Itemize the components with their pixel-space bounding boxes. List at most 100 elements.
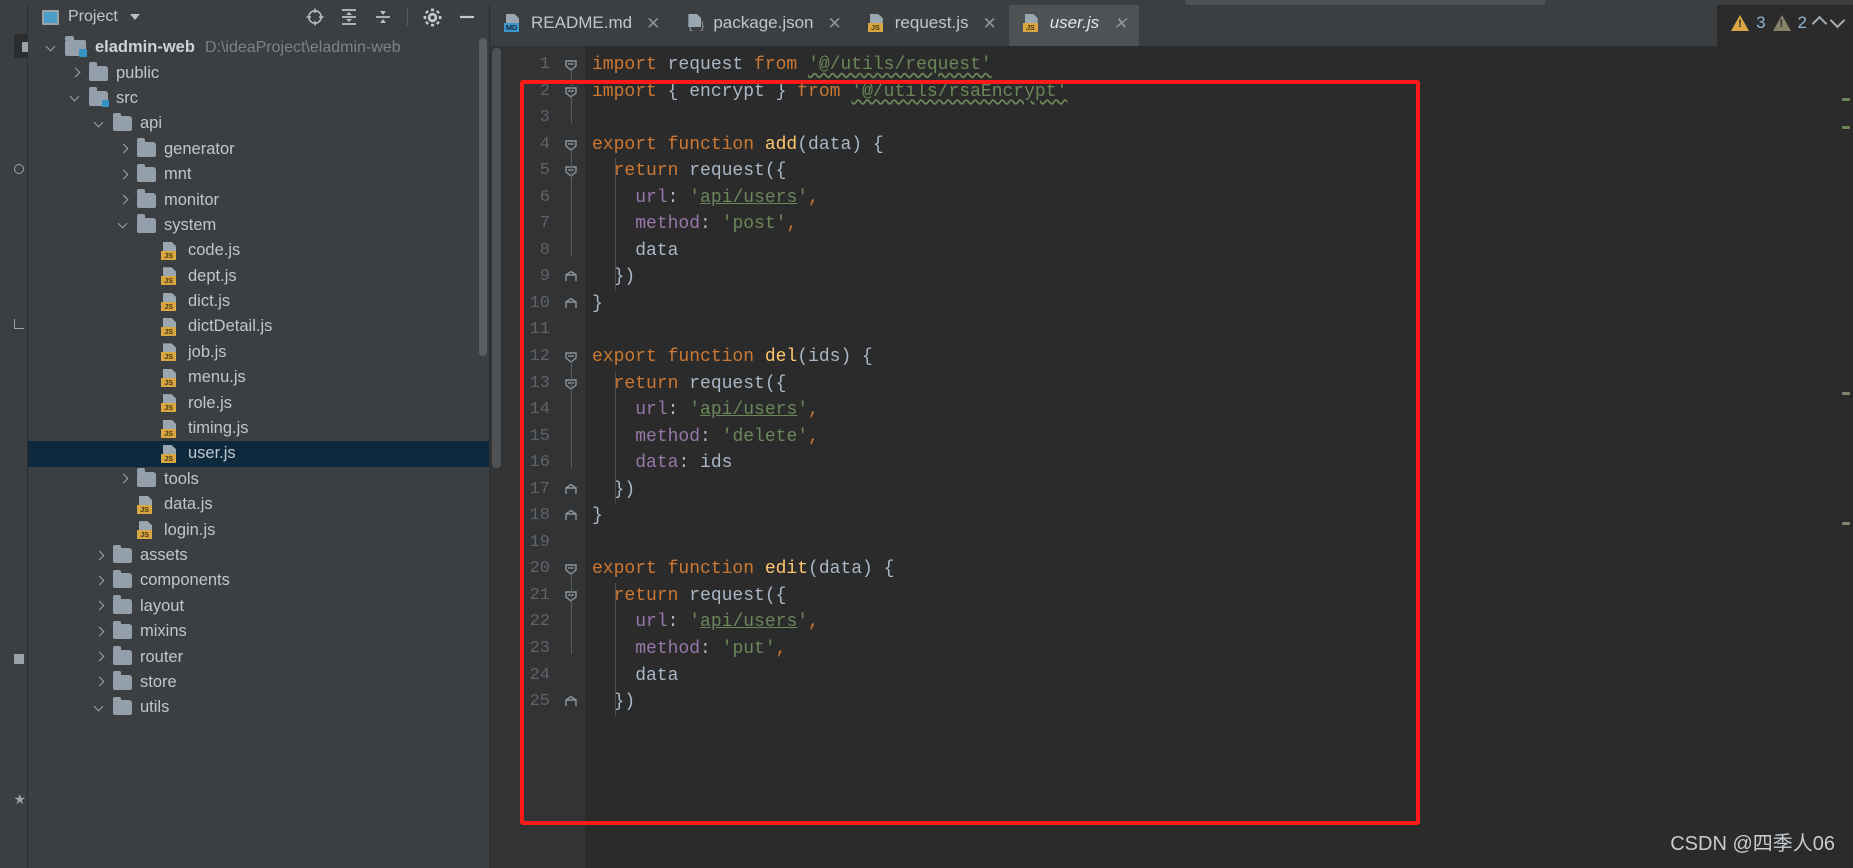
gear-icon[interactable] bbox=[422, 7, 443, 28]
code-token: }) bbox=[592, 479, 636, 500]
chevron-down-icon[interactable] bbox=[94, 702, 106, 714]
chevron-down-icon[interactable] bbox=[94, 118, 106, 130]
tree-node-job-js[interactable]: JS job.js bbox=[28, 340, 489, 365]
tree-node-label: layout bbox=[140, 596, 185, 615]
tree-node-layout[interactable]: layout bbox=[28, 594, 489, 619]
code-token: , bbox=[808, 426, 819, 447]
close-icon[interactable]: ✕ bbox=[646, 15, 660, 32]
tree-node-mixins[interactable]: mixins bbox=[28, 619, 489, 644]
expand-all-icon[interactable] bbox=[339, 7, 359, 27]
editor-tab-bar[interactable]: MD README.md ✕ { } package.json ✕ JS request.js… bbox=[490, 0, 1853, 46]
chevron-right-icon[interactable] bbox=[70, 67, 82, 79]
tree-node-api[interactable]: api bbox=[28, 111, 489, 136]
tree-node-generator[interactable]: generator bbox=[28, 137, 489, 162]
tree-node-label: login.js bbox=[164, 520, 216, 539]
code-token[interactable]: api/users bbox=[700, 188, 797, 208]
code-token: 'put' bbox=[721, 639, 776, 660]
chevron-right-icon[interactable] bbox=[94, 626, 106, 638]
tree-node-public[interactable]: public bbox=[28, 60, 489, 85]
fold-end-icon[interactable] bbox=[564, 483, 578, 497]
tree-node-monitor[interactable]: monitor bbox=[28, 187, 489, 212]
tree-node-system[interactable]: system bbox=[28, 213, 489, 238]
code-token: data bbox=[592, 240, 679, 261]
tree-node-tools[interactable]: tools bbox=[28, 467, 489, 492]
editor-tab-user-js[interactable]: JS user.js ✕ bbox=[1008, 0, 1140, 46]
minimize-icon[interactable] bbox=[457, 7, 477, 27]
tree-node-label: utils bbox=[140, 698, 170, 717]
chevron-down-icon[interactable] bbox=[70, 92, 82, 104]
code-token[interactable]: api/users bbox=[700, 612, 797, 632]
chevron-down-icon[interactable] bbox=[118, 219, 130, 231]
tree-node-dept-js[interactable]: JS dept.js bbox=[28, 264, 489, 289]
close-icon[interactable]: ✕ bbox=[828, 15, 842, 32]
tree-node-router[interactable]: router bbox=[28, 644, 489, 669]
chevron-right-icon[interactable] bbox=[94, 651, 106, 663]
next-problem-icon[interactable] bbox=[1829, 12, 1846, 29]
chevron-right-icon[interactable] bbox=[94, 676, 106, 688]
tree-node-store[interactable]: store bbox=[28, 670, 489, 695]
tree-node-mnt[interactable]: mnt bbox=[28, 162, 489, 187]
chevron-right-icon[interactable] bbox=[118, 169, 130, 181]
tree-node-src[interactable]: src bbox=[28, 86, 489, 111]
js-file-icon: JS bbox=[161, 241, 180, 260]
tree-node-components[interactable]: components bbox=[28, 568, 489, 593]
code-line: data: ids bbox=[585, 450, 1853, 477]
close-icon[interactable]: ✕ bbox=[982, 15, 996, 32]
tree-node-menu-js[interactable]: JS menu.js bbox=[28, 365, 489, 390]
code-token[interactable]: api/users bbox=[700, 400, 797, 420]
tree-node-code-js[interactable]: JS code.js bbox=[28, 238, 489, 263]
tree-node-login-js[interactable]: JS login.js bbox=[28, 517, 489, 542]
project-path: D:\ideaProject\eladmin-web bbox=[204, 38, 401, 56]
fold-end-icon[interactable] bbox=[564, 695, 578, 709]
tree-node-utils[interactable]: utils bbox=[28, 695, 489, 720]
fold-end-icon[interactable] bbox=[564, 270, 578, 284]
chevron-right-icon[interactable] bbox=[94, 600, 106, 612]
tree-node-data-js[interactable]: JS data.js bbox=[28, 492, 489, 517]
chevron-down-icon[interactable] bbox=[129, 14, 140, 20]
project-panel-title-group[interactable]: Project bbox=[42, 8, 140, 26]
tree-node-label: eladmin-web bbox=[95, 38, 195, 57]
fold-end-icon[interactable] bbox=[564, 297, 578, 311]
code-text[interactable]: import request from '@/utils/request' imp… bbox=[585, 46, 1853, 868]
line-number: 7 bbox=[539, 214, 550, 234]
tree-node-label: components bbox=[140, 571, 230, 590]
close-icon[interactable]: ✕ bbox=[1113, 15, 1127, 32]
chevron-right-icon[interactable] bbox=[94, 550, 106, 562]
editor-tab-readme-md[interactable]: MD README.md ✕ bbox=[490, 0, 672, 46]
tree-node-assets[interactable]: assets bbox=[28, 543, 489, 568]
folder-icon bbox=[137, 189, 156, 208]
previous-problem-icon[interactable] bbox=[1811, 15, 1828, 31]
collapse-all-icon[interactable] bbox=[373, 7, 393, 27]
fold-end-icon[interactable] bbox=[564, 509, 578, 523]
tree-node-dict-js[interactable]: JS dict.js bbox=[28, 289, 489, 314]
inspection-widget[interactable]: 3 2 bbox=[1717, 0, 1853, 46]
tree-node-dictdetail-js[interactable]: JS dictDetail.js bbox=[28, 314, 489, 339]
folder-icon bbox=[113, 112, 132, 132]
chevron-right-icon[interactable] bbox=[118, 143, 130, 155]
editor-tab-package-json[interactable]: { } package.json ✕ bbox=[672, 0, 853, 46]
chevron-right-icon[interactable] bbox=[94, 575, 106, 587]
tree-node-role-js[interactable]: JS role.js bbox=[28, 390, 489, 415]
code-token: (data) { bbox=[797, 134, 884, 155]
editor-scrollbar-thumb[interactable] bbox=[492, 48, 501, 468]
chevron-right-icon[interactable] bbox=[118, 194, 130, 206]
js-file-icon: JS bbox=[161, 368, 180, 387]
chevron-down-icon[interactable] bbox=[46, 42, 58, 54]
code-token: export function bbox=[592, 134, 765, 155]
tree-node-timing-js[interactable]: JS timing.js bbox=[28, 416, 489, 441]
right-marker-gutter[interactable] bbox=[1839, 92, 1853, 868]
editor-tab-request-js[interactable]: JS request.js ✕ bbox=[854, 0, 1009, 46]
tree-node-user-js[interactable]: JS user.js bbox=[28, 441, 489, 467]
project-tree[interactable]: eladmin-web D:\ideaProject\eladmin-web pub… bbox=[28, 34, 489, 868]
scroll-from-source-icon[interactable] bbox=[305, 7, 325, 27]
project-tree-scrollbar[interactable] bbox=[479, 38, 487, 356]
json-file-icon: { } bbox=[686, 14, 705, 33]
chevron-right-icon[interactable] bbox=[118, 473, 130, 485]
code-folding-gutter[interactable] bbox=[559, 46, 585, 868]
tree-node-label: data.js bbox=[164, 495, 213, 514]
code-line: url: 'api/users', bbox=[585, 185, 1853, 212]
tree-node-eladmin-web[interactable]: eladmin-web D:\ideaProject\eladmin-web bbox=[28, 35, 489, 60]
